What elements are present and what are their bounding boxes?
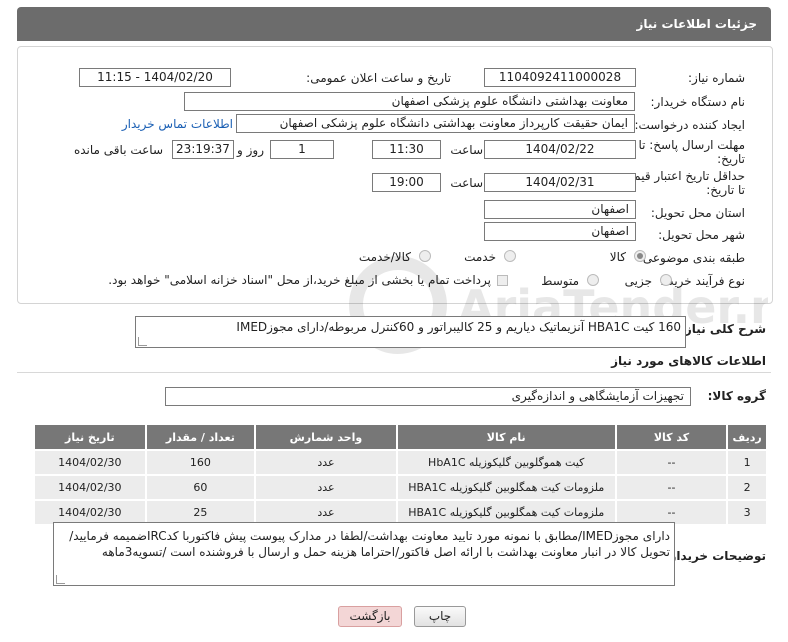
province-label: استان محل تحویل:: [650, 206, 745, 220]
cell-row: 1: [726, 449, 768, 476]
remaining-time-field: 23:19:37: [172, 140, 234, 159]
deadline-label: مهلت ارسال پاسخ: تا: [638, 138, 745, 152]
days-field: 1: [270, 140, 334, 159]
cell-code: --: [614, 474, 729, 501]
city-label: شهر محل تحویل:: [658, 228, 745, 242]
treasury-checkbox[interactable]: [497, 275, 508, 286]
buyer-contact-link[interactable]: اطلاعات تماس خریدار: [122, 117, 233, 131]
goods-section-title: اطلاعات کالاهای مورد نیاز: [611, 354, 766, 368]
province-field: اصفهان: [484, 200, 636, 219]
panel-header: جزئیات اطلاعات نیاز: [17, 7, 771, 41]
creator-field: ایمان حقیقت کارپرداز معاونت بهداشتی دانش…: [236, 114, 635, 133]
description-label: شرح کلی نیاز:: [680, 322, 766, 336]
process-option-minor: جزیی: [624, 274, 652, 288]
deadline-time-field: 11:30: [372, 140, 441, 159]
deadline-label-date: تاریخ:: [717, 152, 745, 166]
goods-table: ردیف کد کالا نام کالا واحد شمارش تعداد /…: [33, 423, 768, 526]
buyer-org-field: معاونت بهداشتی دانشگاه علوم پزشکی اصفهان: [184, 92, 635, 111]
validity-label: حداقل تاریخ اعتبار قیمت:: [618, 169, 745, 183]
announce-field: 1404/02/20 - 11:15: [79, 68, 231, 87]
col-name: نام کالا: [395, 423, 617, 451]
cell-row: 3: [726, 499, 768, 526]
process-radio-medium[interactable]: [587, 274, 599, 286]
announce-label: تاریخ و ساعت اعلان عمومی:: [306, 71, 451, 85]
col-code: کد کالا: [614, 423, 729, 451]
creator-label: ایجاد کننده درخواست:: [634, 118, 745, 132]
city-field: اصفهان: [484, 222, 636, 241]
cell-unit: عدد: [254, 474, 398, 501]
process-option-medium: متوسط: [541, 274, 579, 288]
deadline-time-label: ساعت: [450, 143, 483, 157]
category-label: طبقه بندی موضوعی:: [638, 251, 745, 265]
col-unit: واحد شمارش: [254, 423, 398, 451]
category-radio-both[interactable]: [419, 250, 431, 262]
print-button[interactable]: چاپ: [414, 606, 466, 627]
need-no-field: 1104092411000028: [484, 68, 636, 87]
notes-text: دارای مجوزIMED/مطابق با نمونه مورد تایید…: [69, 529, 670, 559]
validity-date-field: 1404/02/31: [484, 173, 636, 192]
cell-date: 1404/02/30: [33, 449, 147, 476]
col-qty: تعداد / مقدار: [144, 423, 257, 451]
cell-name: ملزومات کیت همگلوبین گلیکوزیله HBA1C: [395, 474, 617, 501]
category-radio-goods[interactable]: [634, 250, 646, 262]
category-option-goods: کالا: [609, 250, 626, 264]
back-button[interactable]: بازگشت: [338, 606, 402, 627]
cell-qty: 160: [144, 449, 257, 476]
notes-label: توضیحات خریدار:: [664, 549, 766, 563]
cell-name: کیت هموگلوبین گلیکوزیله HbA1C: [395, 449, 617, 476]
col-row: ردیف: [726, 423, 768, 451]
cell-date: 1404/02/30: [33, 474, 147, 501]
category-radio-service[interactable]: [504, 250, 516, 262]
resize-handle-icon[interactable]: [56, 575, 65, 584]
notes-textarea: دارای مجوزIMED/مطابق با نمونه مورد تایید…: [53, 522, 675, 586]
cell-unit: عدد: [254, 449, 398, 476]
category-option-both: کالا/خدمت: [358, 250, 411, 264]
deadline-date-field: 1404/02/22: [484, 140, 636, 159]
description-text: 160 کیت HBA1C آنزیماتیک دیاریم و 25 کالی…: [236, 320, 681, 334]
goods-group-field: تجهیزات آزمایشگاهی و اندازه‌گیری: [165, 387, 691, 406]
category-option-service: خدمت: [464, 250, 496, 264]
panel-title: جزئیات اطلاعات نیاز: [636, 17, 757, 31]
divider: [17, 372, 771, 373]
table-header-row: ردیف کد کالا نام کالا واحد شمارش تعداد /…: [33, 423, 768, 451]
remaining-time-label: ساعت باقی مانده: [73, 143, 163, 157]
process-radio-minor[interactable]: [660, 274, 672, 286]
validity-time-field: 19:00: [372, 173, 441, 192]
description-textarea: 160 کیت HBA1C آنزیماتیک دیاریم و 25 کالی…: [135, 316, 686, 348]
validity-label-date: تا تاریخ:: [706, 183, 745, 197]
cell-row: 2: [726, 474, 768, 501]
table-row[interactable]: 2 -- ملزومات کیت همگلوبین گلیکوزیله HBA1…: [33, 474, 768, 501]
validity-time-label: ساعت: [450, 176, 483, 190]
cell-qty: 60: [144, 474, 257, 501]
buyer-org-label: نام دستگاه خریدار:: [650, 95, 746, 109]
resize-handle-icon[interactable]: [138, 337, 147, 346]
cell-code: --: [614, 449, 729, 476]
need-no-label: شماره نیاز:: [688, 71, 745, 85]
days-label: روز و: [237, 143, 264, 157]
treasury-note: پرداخت تمام یا بخشی از مبلغ خرید،از محل …: [108, 273, 491, 287]
goods-group-label: گروه کالا:: [707, 389, 766, 403]
col-date: تاریخ نیاز: [33, 423, 147, 451]
process-label: نوع فرآیند خرید :: [660, 274, 745, 288]
table-row[interactable]: 1 -- کیت هموگلوبین گلیکوزیله HbA1C عدد 1…: [33, 449, 768, 476]
